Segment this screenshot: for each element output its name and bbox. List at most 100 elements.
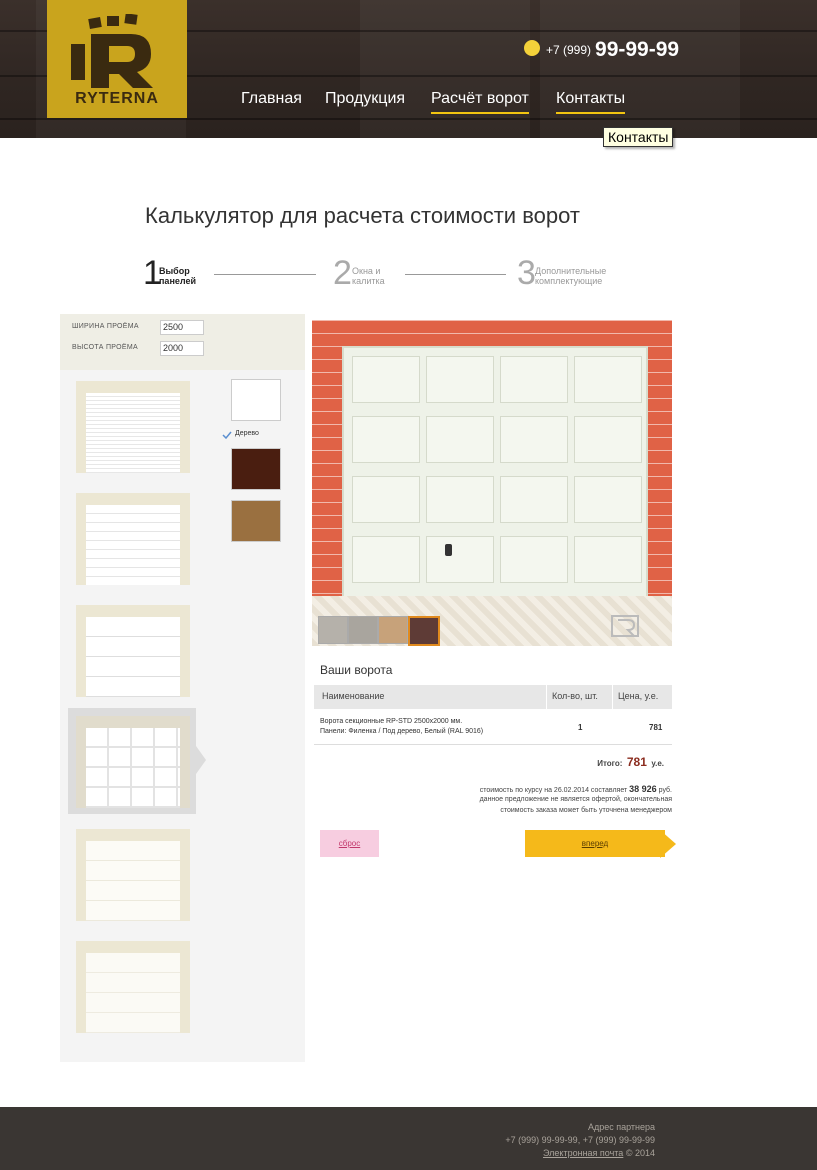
step-3-label[interactable]: Дополнительные комплектующие <box>535 266 606 286</box>
step-2-label-line2: калитка <box>352 276 385 286</box>
dimensions-box: ШИРИНА ПРОЁМА 2500 ВЫСОТА ПРОЁМА 2000 <box>60 314 305 370</box>
step-3-label-line1: Дополнительные <box>535 266 607 276</box>
gate-preview <box>312 320 672 646</box>
watermark-logo-icon <box>611 615 639 637</box>
gate-panel <box>574 536 642 583</box>
total-unit: у.е. <box>651 759 664 768</box>
nav-gate-calculation[interactable]: Расчёт ворот <box>431 90 529 114</box>
gate-panel <box>426 356 494 403</box>
table-divider <box>314 744 672 745</box>
paving-option-2[interactable] <box>348 616 378 644</box>
step-2-number[interactable]: 2 <box>333 254 352 293</box>
paving-option-3[interactable] <box>378 616 408 644</box>
phone-icon <box>524 40 540 56</box>
col-price: Цена, у.е. <box>618 691 659 701</box>
paving-option-1[interactable] <box>318 616 348 644</box>
gate-panel <box>574 476 642 523</box>
next-button[interactable]: вперед <box>525 830 665 857</box>
door-type-3[interactable] <box>76 605 190 697</box>
step-3-number[interactable]: 3 <box>517 254 536 293</box>
nav-products[interactable]: Продукция <box>325 90 405 112</box>
nav-contacts[interactable]: Контакты <box>556 90 626 114</box>
gate-panel <box>574 416 642 463</box>
order-total: Итого: 781 у.е. <box>560 753 664 771</box>
finish-label: Дерево <box>235 430 259 437</box>
order-item-name-line1: Ворота секционные RP-STD 2500х2000 мм. <box>320 718 463 725</box>
logo-r-icon <box>71 14 153 88</box>
logo-text: RYTERNA <box>75 90 159 107</box>
door-type-2[interactable] <box>76 493 190 585</box>
footer-email-link[interactable]: Электронная почта <box>543 1148 623 1158</box>
tooltip: Контакты <box>603 127 674 147</box>
width-label: ШИРИНА ПРОЁМА <box>72 323 139 330</box>
step-1-label-line2: панелей <box>159 276 197 286</box>
disclaimer-line1: данное предложение не является офертой, … <box>479 796 672 803</box>
gate-panel <box>426 476 494 523</box>
door-preview <box>86 617 180 697</box>
order-table-header: Наименование Кол-во, шт. Цена, у.е. <box>314 685 672 709</box>
brick-course <box>312 333 672 334</box>
height-label: ВЫСОТА ПРОЁМА <box>72 344 138 351</box>
step-divider <box>214 274 316 275</box>
door-type-5[interactable] <box>76 829 190 921</box>
swatch-dark-brown[interactable] <box>231 448 281 490</box>
reset-button[interactable]: сброс <box>320 830 379 857</box>
checkmark-icon <box>222 431 232 439</box>
disclaimer-line2: стоимость заказа может быть уточнена мен… <box>500 807 672 814</box>
footer-bottom-line: Электронная почта © 2014 <box>400 1148 655 1158</box>
gate-panel <box>574 356 642 403</box>
logo[interactable]: RYTERNA <box>47 0 187 118</box>
rate-value: 38 926 <box>629 784 657 794</box>
footer-address: Адрес партнера <box>587 1122 655 1132</box>
gate-panel <box>352 416 420 463</box>
gate-panel <box>500 476 568 523</box>
paving-option-4[interactable] <box>408 616 440 646</box>
door-type-6[interactable] <box>76 941 190 1033</box>
door-preview <box>86 393 180 473</box>
gate-panel <box>352 356 420 403</box>
gate-panel <box>500 536 568 583</box>
paving <box>312 596 672 646</box>
total-value: 781 <box>626 755 647 769</box>
step-3-label-line2: комплектующие <box>535 276 603 286</box>
height-input[interactable]: 2000 <box>160 341 204 356</box>
phone-number: 99-99-99 <box>595 38 680 61</box>
order-item-name-line2: Панели: Филенка / Под дерево, Белый (RAL… <box>320 728 484 735</box>
step-divider <box>405 274 506 275</box>
total-label: Итого: <box>597 759 623 768</box>
rate-line: стоимость по курсу на 26.02.2014 составл… <box>400 784 672 794</box>
footer-copyright: © 2014 <box>625 1148 655 1158</box>
step-2-label[interactable]: Окна и калитка <box>352 266 385 286</box>
door-preview <box>86 953 180 1033</box>
col-qty: Кол-во, шт. <box>552 691 598 701</box>
order-item-price: 781 <box>649 723 663 732</box>
footer-phones: +7 (999) 99-99-99, +7 (999) 99-99-99 <box>505 1135 655 1145</box>
door-type-1[interactable] <box>76 381 190 473</box>
order-title: Ваши ворота <box>320 663 393 677</box>
gate-panel <box>352 536 420 583</box>
door-lock-icon <box>445 544 452 556</box>
step-2-label-line1: Окна и <box>352 266 381 276</box>
nav-home[interactable]: Главная <box>241 90 302 112</box>
step-1-label[interactable]: Выбор панелей <box>159 266 196 286</box>
brick-course <box>312 320 672 321</box>
col-name: Наименование <box>322 691 385 701</box>
width-input[interactable]: 2500 <box>160 320 204 335</box>
gate-panel <box>352 476 420 523</box>
gate-panel <box>500 416 568 463</box>
order-item-qty: 1 <box>578 723 583 732</box>
next-chevron-icon[interactable] <box>660 830 676 858</box>
door-type-4[interactable] <box>76 716 190 808</box>
swatch-white[interactable] <box>231 379 281 421</box>
page-title: Калькулятор для расчета стоимости ворот <box>145 203 580 228</box>
site-footer: Адрес партнера +7 (999) 99-99-99, +7 (99… <box>0 1107 817 1170</box>
rate-unit: руб. <box>658 787 672 794</box>
door-preview <box>86 728 180 808</box>
swatch-golden-oak[interactable] <box>231 500 281 542</box>
door-preview <box>86 841 180 921</box>
gate-door <box>342 346 648 598</box>
phone-prefix: +7 (999) <box>546 43 592 57</box>
step-1-label-line1: Выбор <box>159 266 190 276</box>
header-seam <box>0 118 817 120</box>
gate-panel <box>426 536 494 583</box>
